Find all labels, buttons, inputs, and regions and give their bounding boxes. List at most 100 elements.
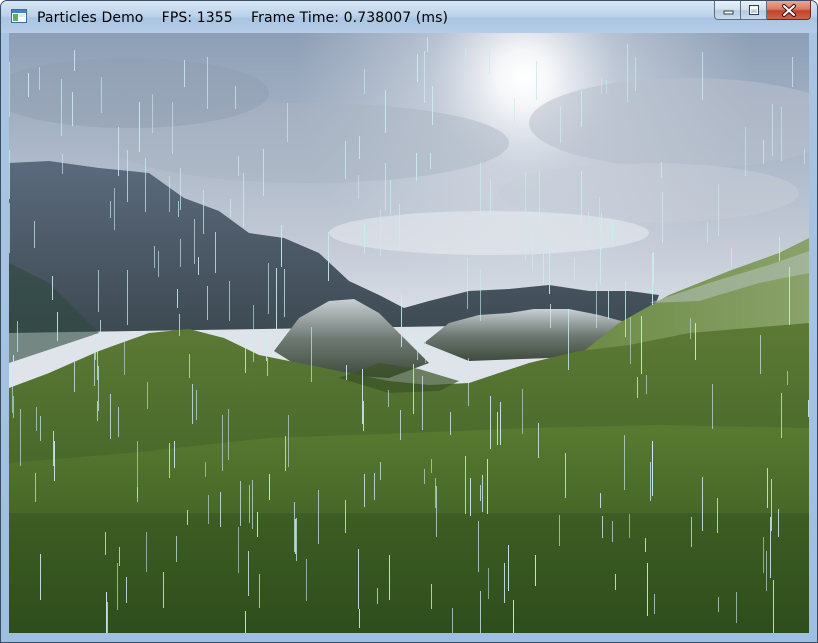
rain-drop — [532, 233, 533, 271]
rain-drop — [629, 514, 630, 538]
rain-drop — [470, 478, 471, 516]
rain-drop — [61, 79, 62, 136]
rain-drop — [154, 246, 155, 268]
rain-drop — [770, 517, 771, 578]
rain-drop — [74, 362, 75, 392]
rain-drop — [513, 600, 514, 633]
rain-drop — [107, 602, 108, 633]
minimize-button[interactable] — [714, 1, 741, 20]
rain-drop — [760, 335, 761, 374]
rain-drop — [229, 281, 230, 321]
maximize-button[interactable] — [741, 1, 767, 20]
rain-drop — [180, 239, 181, 267]
rain-drop — [178, 201, 179, 217]
rain-drop — [702, 52, 703, 100]
rain-drop — [54, 441, 55, 481]
rain-drop — [650, 462, 651, 501]
rain-drop — [452, 608, 453, 633]
frame-time-readout: Frame Time: 0.738007 (ms) — [250, 10, 449, 26]
rain-drop — [627, 44, 628, 102]
rain-drop — [763, 140, 764, 164]
rain-drop — [635, 57, 636, 91]
rain-drop — [364, 474, 365, 507]
rain-drop — [220, 492, 221, 527]
rain-drop — [158, 251, 159, 277]
title-bar[interactable]: Particles Demo FPS: 1355 Frame Time: 0.7… — [1, 1, 817, 33]
rain-drop — [127, 150, 128, 202]
rain-drop — [17, 321, 18, 352]
rain-drop — [119, 547, 120, 566]
rain-drop — [630, 317, 631, 364]
window-title: Particles Demo FPS: 1355 Frame Time: 0.7… — [37, 10, 448, 26]
rain-drop — [97, 351, 98, 380]
rain-drop — [500, 402, 501, 445]
rain-drop — [374, 473, 375, 500]
rain-drop — [306, 559, 307, 601]
rain-drop — [62, 154, 63, 174]
rain-drop — [568, 309, 569, 370]
rain-drop — [430, 153, 431, 169]
rain-drop — [263, 149, 264, 196]
rain-drop — [222, 415, 223, 471]
rain-drop — [467, 257, 468, 309]
rain-drop — [238, 156, 239, 176]
rain-drop — [416, 153, 417, 181]
rain-drop — [169, 176, 170, 212]
rain-drop — [653, 252, 654, 285]
rain-drop — [792, 57, 793, 87]
rain-drop — [652, 445, 653, 488]
rain-drop — [269, 474, 270, 500]
rain-drop — [718, 184, 719, 236]
close-button[interactable] — [767, 1, 811, 20]
rain-drop — [504, 563, 505, 603]
rain-drop — [177, 289, 178, 308]
rain-drop — [345, 500, 346, 533]
rain-drop — [390, 180, 391, 215]
rain-drop — [174, 441, 175, 468]
rain-drop — [98, 366, 99, 411]
rain-drop — [779, 237, 780, 261]
app-window-icon — [11, 9, 27, 23]
rain-drop — [127, 270, 128, 325]
rain-drop — [311, 327, 312, 382]
rain-drop — [389, 555, 390, 600]
rain-drop — [228, 409, 229, 460]
rain-drop — [808, 400, 809, 417]
rain-drop — [36, 407, 37, 431]
rain-drop — [615, 574, 616, 590]
rain-drop — [95, 342, 96, 360]
rain-drop — [772, 104, 773, 156]
rain-drop — [184, 60, 185, 87]
rain-drop — [490, 396, 491, 449]
rain-drop — [259, 574, 260, 608]
rain-drop — [252, 480, 253, 529]
rain-drop — [364, 69, 365, 94]
rain-drop — [600, 246, 601, 285]
rain-drop — [295, 519, 296, 554]
rain-drop — [328, 232, 329, 281]
rain-drop — [9, 203, 10, 253]
rain-drop — [267, 358, 268, 376]
fps-readout: FPS: 1355 — [161, 10, 233, 26]
rain-drop — [804, 149, 805, 164]
rain-drop — [478, 521, 479, 572]
rain-drop — [215, 232, 216, 273]
rain-drop — [422, 376, 423, 430]
rain-drop — [139, 102, 140, 152]
rain-drop — [601, 213, 602, 250]
rain-drop — [413, 364, 414, 414]
rain-drop — [192, 384, 193, 424]
rain-drop — [243, 173, 244, 227]
rain-drop — [468, 358, 469, 406]
rain-drop — [266, 333, 267, 361]
rain-drop — [187, 510, 188, 525]
rain-drop — [763, 537, 764, 573]
rain-drop — [152, 94, 153, 133]
rain-drop — [637, 377, 638, 398]
rain-drop — [248, 551, 249, 596]
rain-drop — [538, 423, 539, 458]
rain-drop — [482, 475, 483, 512]
rain-drop — [198, 257, 199, 275]
rain-drop — [296, 518, 297, 561]
render-viewport[interactable] — [9, 33, 809, 633]
